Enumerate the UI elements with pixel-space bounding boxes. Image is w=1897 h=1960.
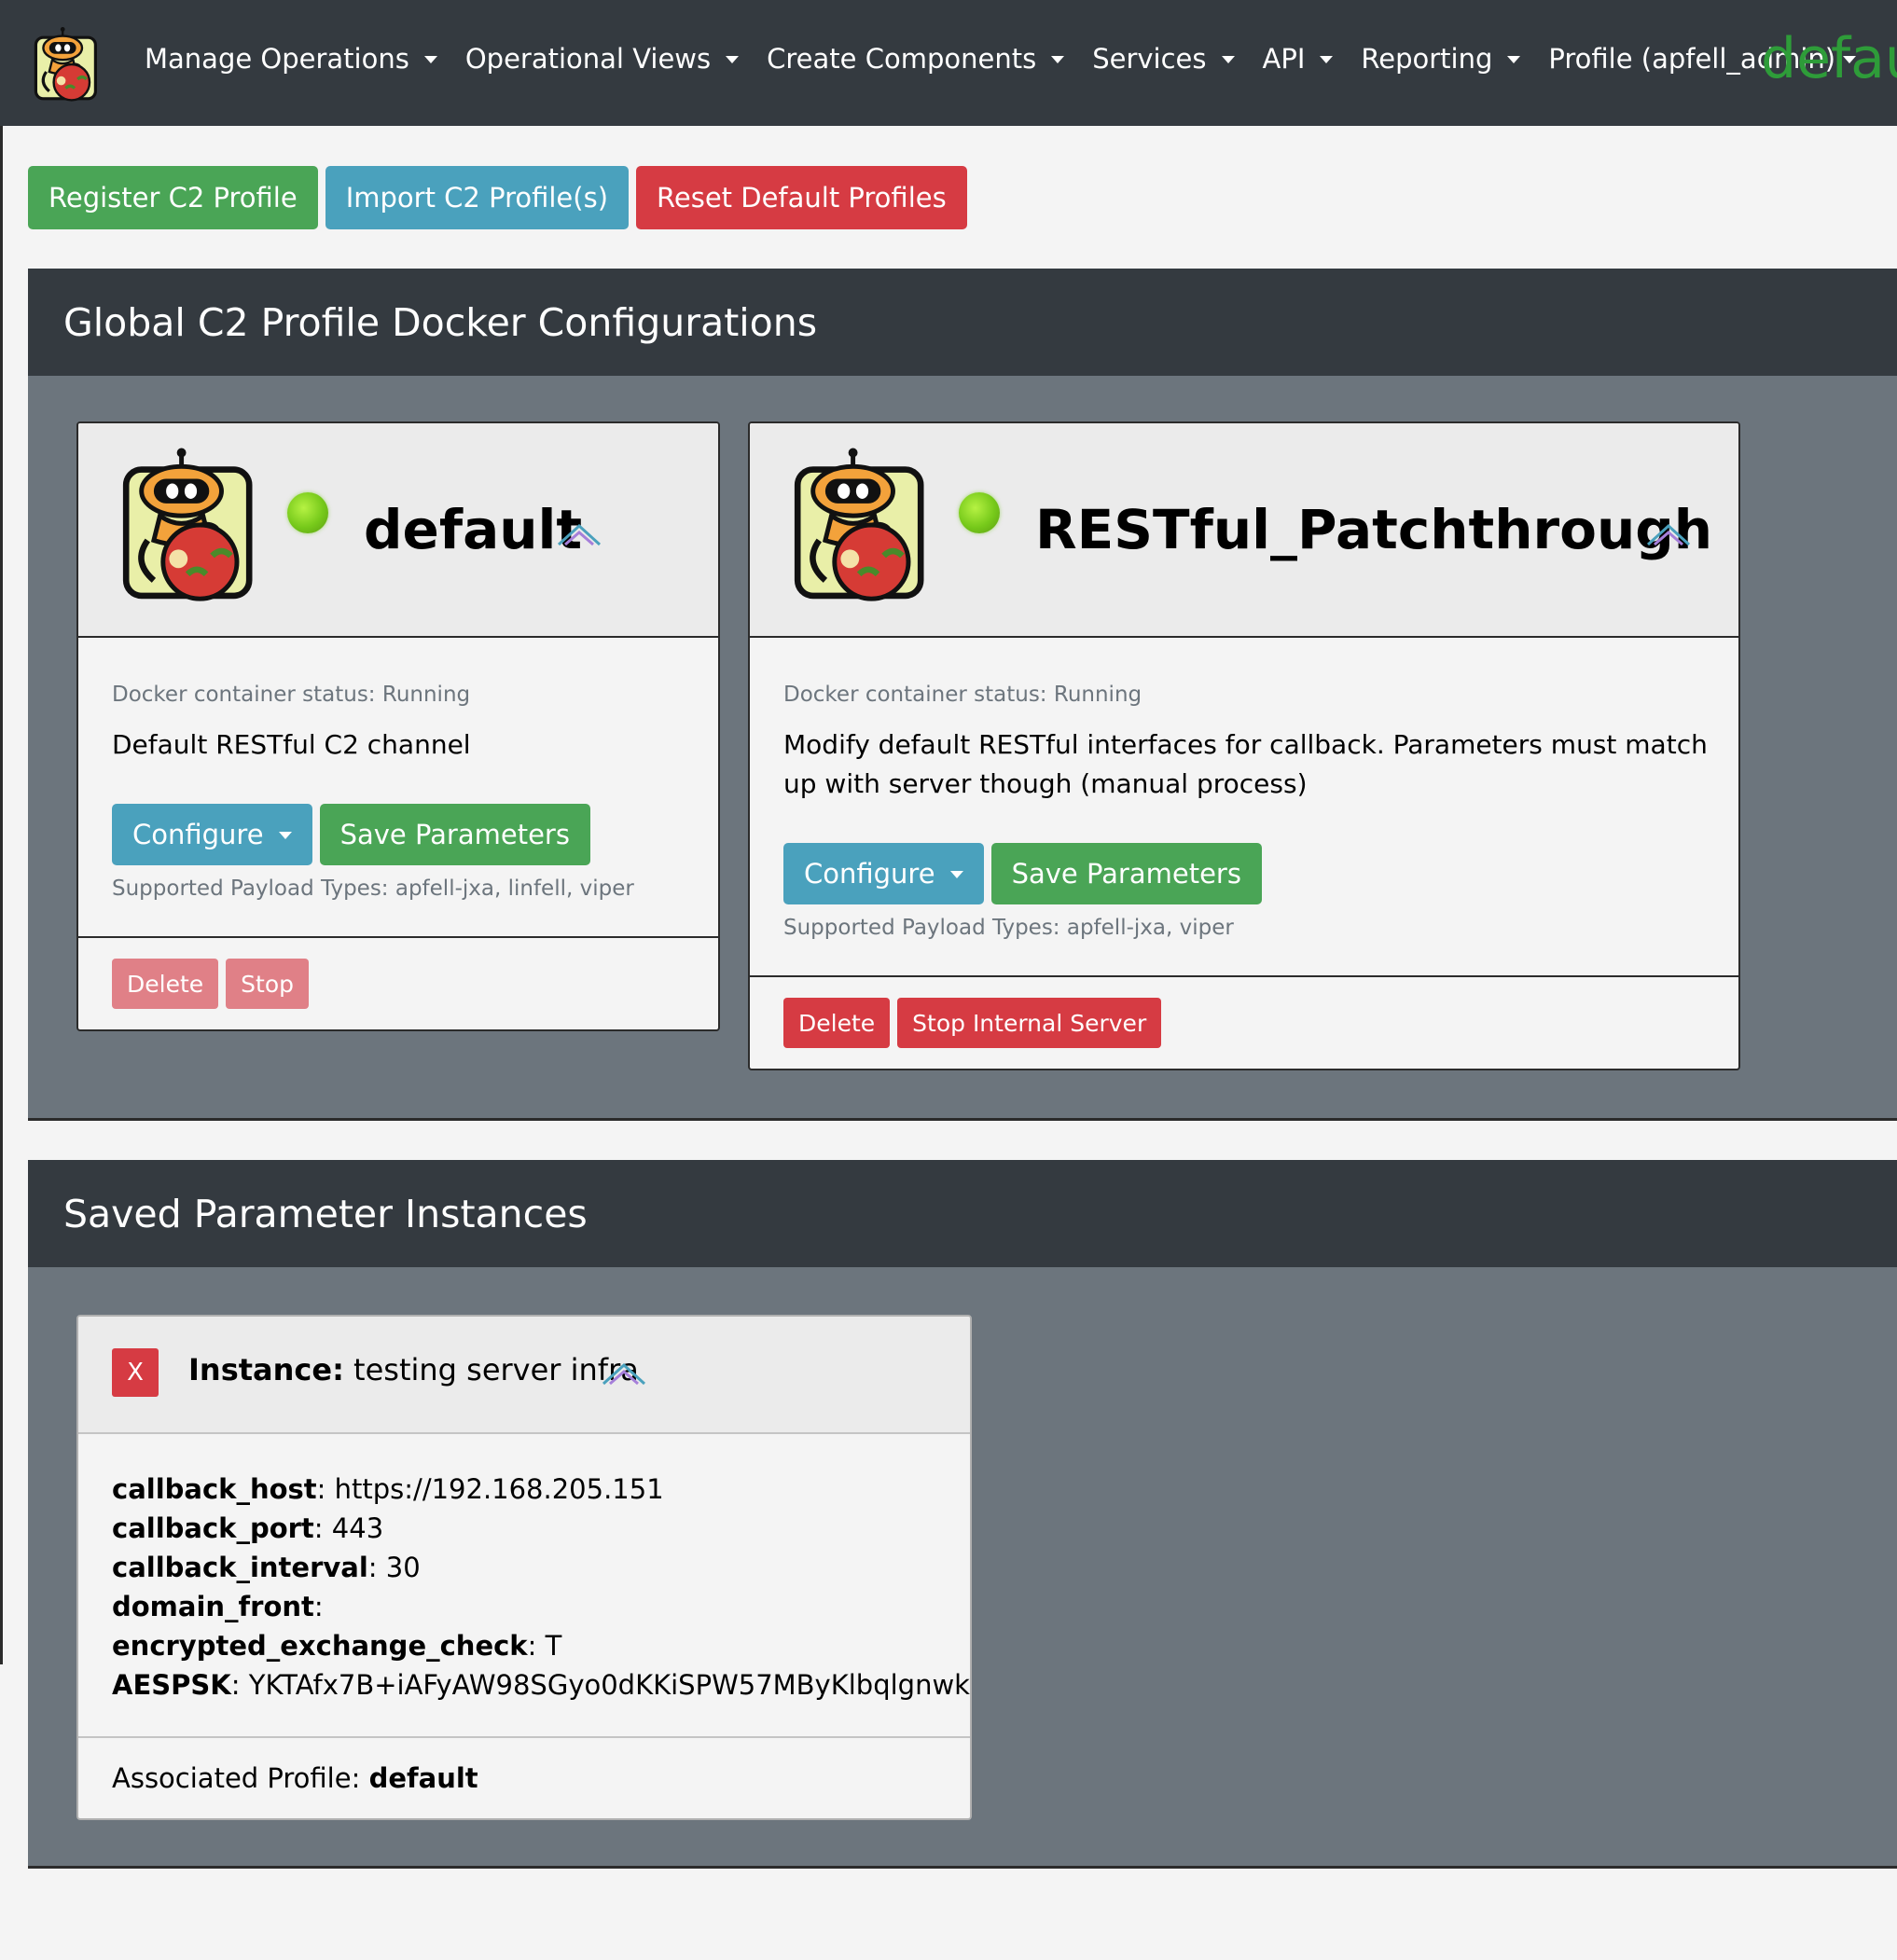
nav-create-components[interactable]: Create Components <box>767 43 1092 75</box>
c2-profiles-section-title: Global C2 Profile Docker Configurations <box>28 269 1897 376</box>
docker-status-text: Docker container status: Running <box>112 683 471 707</box>
c2-profile-logo-icon <box>785 446 939 604</box>
collapse-chevron-icon[interactable] <box>1645 520 1692 548</box>
c2-profile-card-footer: Delete Stop <box>78 936 718 1029</box>
top-navbar: Manage Operations Operational Views Crea… <box>0 0 1897 126</box>
saved-instances-section: Saved Parameter Instances X Instance: te… <box>28 1160 1897 1869</box>
nav-manage-operations[interactable]: Manage Operations <box>145 43 465 75</box>
nav-menu: Manage Operations Operational Views Crea… <box>145 0 1884 117</box>
param-key: callback_host <box>112 1473 317 1505</box>
c2-profile-card-footer: Delete Stop Internal Server <box>750 975 1738 1069</box>
c2-profile-logo-icon <box>114 446 268 604</box>
docker-status-text: Docker container status: Running <box>783 683 1142 707</box>
supported-payload-types: Supported Payload Types: apfell-jxa, vip… <box>783 916 1234 940</box>
mythic-logo-icon[interactable] <box>30 22 104 106</box>
nav-label: Operational Views <box>464 42 712 75</box>
c2-profile-description: Modify default RESTful interfaces for ca… <box>783 729 1708 799</box>
param-key: domain_front <box>112 1591 314 1622</box>
param-value: YKTAfx7B+iAFyAW98SGyo0dKKiSPW57MByKlbqlg… <box>248 1669 972 1701</box>
status-running-icon <box>959 492 1000 533</box>
associated-profile-name: default <box>368 1762 478 1794</box>
configure-label: Configure <box>132 819 264 850</box>
c2-profile-card-header: RESTful_Patchthrough <box>750 423 1738 638</box>
nav-operational-views[interactable]: Operational Views <box>465 43 767 75</box>
param-value: https://192.168.205.151 <box>334 1473 664 1505</box>
stop-internal-server-button[interactable]: Stop Internal Server <box>897 998 1162 1048</box>
status-running-icon <box>287 492 328 533</box>
param-key: encrypted_exchange_check <box>112 1630 528 1662</box>
param-row: encrypted_exchange_check: T <box>112 1630 562 1662</box>
caret-down-icon <box>1320 55 1334 63</box>
param-value: 30 <box>385 1552 421 1583</box>
nav-label: Services <box>1092 42 1207 75</box>
register-c2-profile-button[interactable]: Register C2 Profile <box>28 166 318 229</box>
current-operation-name[interactable]: defau <box>1761 26 1897 91</box>
collapse-chevron-icon[interactable] <box>556 520 602 548</box>
param-row: callback_host: https://192.168.205.151 <box>112 1473 664 1505</box>
c2-profile-actions: Configure Save Parameters <box>112 804 590 865</box>
param-key: callback_port <box>112 1512 314 1544</box>
caret-down-icon <box>949 871 963 878</box>
c2-profile-name: default <box>364 498 583 561</box>
delete-profile-button[interactable]: Delete <box>783 998 891 1048</box>
nav-label: Manage Operations <box>145 42 409 75</box>
instance-params-list: callback_host: https://192.168.205.151 c… <box>112 1470 972 1705</box>
param-row: callback_interval: 30 <box>112 1552 421 1583</box>
c2-profile-actions: Configure Save Parameters <box>783 843 1262 904</box>
caret-down-icon <box>1221 55 1235 63</box>
import-c2-profiles-button[interactable]: Import C2 Profile(s) <box>325 166 630 229</box>
reset-default-profiles-button[interactable]: Reset Default Profiles <box>636 166 967 229</box>
saved-instances-section-title: Saved Parameter Instances <box>28 1160 1897 1267</box>
save-parameters-button[interactable]: Save Parameters <box>990 843 1262 904</box>
param-value: 443 <box>331 1512 384 1544</box>
caret-down-icon <box>278 832 292 839</box>
configure-dropdown-button[interactable]: Configure <box>112 804 312 865</box>
nav-services[interactable]: Services <box>1092 43 1262 75</box>
page-left-border <box>0 126 3 1664</box>
caret-down-icon <box>423 55 437 63</box>
param-row: callback_port: 443 <box>112 1512 384 1544</box>
nav-label: Create Components <box>767 42 1037 75</box>
configure-label: Configure <box>804 858 935 890</box>
instance-card: X Instance: testing server infra callbac… <box>76 1315 972 1820</box>
delete-profile-button[interactable]: Delete <box>112 959 219 1009</box>
param-value: T <box>545 1630 562 1662</box>
param-key: callback_interval <box>112 1552 368 1583</box>
c2-profiles-section: Global C2 Profile Docker Configurations … <box>28 269 1897 1121</box>
nav-api[interactable]: API <box>1263 43 1362 75</box>
save-parameters-button[interactable]: Save Parameters <box>319 804 590 865</box>
c2-actions-toolbar: Register C2 Profile Import C2 Profile(s)… <box>28 166 967 229</box>
delete-instance-button[interactable]: X <box>112 1348 159 1397</box>
param-row: AESPSK: YKTAfx7B+iAFyAW98SGyo0dKKiSPW57M… <box>112 1665 972 1705</box>
nav-label: API <box>1262 42 1306 75</box>
instance-card-footer: Associated Profile: default <box>78 1736 970 1818</box>
c2-profile-name: RESTful_Patchthrough <box>1035 498 1713 561</box>
nav-reporting[interactable]: Reporting <box>1361 43 1548 75</box>
configure-dropdown-button[interactable]: Configure <box>783 843 984 904</box>
caret-down-icon <box>1507 55 1521 63</box>
param-key: AESPSK <box>112 1669 231 1701</box>
associated-profile: Associated Profile: default <box>112 1762 478 1794</box>
supported-payload-types: Supported Payload Types: apfell-jxa, lin… <box>112 876 634 901</box>
collapse-chevron-icon[interactable] <box>601 1360 647 1387</box>
c2-profile-description: Default RESTful C2 channel <box>112 729 471 760</box>
instance-label: Instance: <box>188 1352 344 1387</box>
instance-name: testing server infra <box>353 1352 639 1387</box>
caret-down-icon <box>726 55 740 63</box>
param-row: domain_front: <box>112 1591 324 1622</box>
instance-title: Instance: testing server infra <box>188 1352 639 1387</box>
c2-profile-card-restful-patchthrough: RESTful_Patchthrough Docker container st… <box>748 421 1740 1070</box>
instance-card-header: X Instance: testing server infra <box>78 1317 970 1434</box>
nav-label: Reporting <box>1361 42 1493 75</box>
stop-profile-button[interactable]: Stop <box>226 959 309 1009</box>
c2-profile-card-header: default <box>78 423 718 638</box>
associated-profile-label: Associated Profile: <box>112 1762 361 1794</box>
c2-profile-card-default: default Docker container status: Running… <box>76 421 720 1031</box>
caret-down-icon <box>1051 55 1065 63</box>
